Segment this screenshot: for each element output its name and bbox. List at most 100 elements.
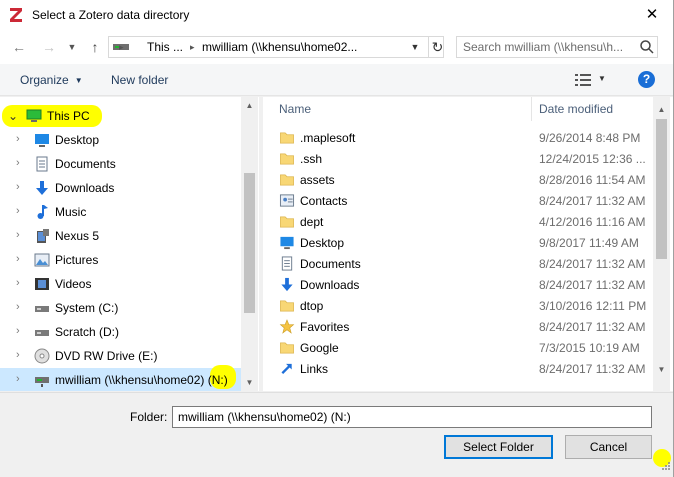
file-row[interactable]: Google 7/3/2015 10:19 AM [275, 337, 651, 358]
file-name: Downloads [300, 278, 360, 292]
nav-item-downloads[interactable]: › Downloads [0, 176, 241, 200]
scroll-down-arrow-icon[interactable]: ▼ [241, 374, 258, 391]
nav-item-label: Music [55, 205, 87, 219]
search-icon[interactable] [639, 39, 655, 55]
file-date-modified: 8/28/2016 11:54 AM [539, 173, 646, 187]
nav-item-this-pc[interactable]: ⌄ This PC [0, 104, 241, 128]
nav-item-nexus-5[interactable]: › Nexus 5 [0, 224, 241, 248]
folder-label: Folder: [130, 410, 168, 424]
file-row[interactable]: dept 4/12/2016 11:16 AM [275, 211, 651, 232]
nav-item-scratch-d[interactable]: › Scratch (D:) [0, 320, 241, 344]
recent-locations-chevron-icon[interactable]: ▼ [63, 38, 81, 56]
file-date-modified: 8/24/2017 11:32 AM [539, 362, 646, 376]
organize-label: Organize [20, 73, 69, 87]
file-date-modified: 4/12/2016 11:16 AM [539, 215, 646, 229]
file-date-modified: 8/24/2017 11:32 AM [539, 278, 646, 292]
file-row[interactable]: Contacts 8/24/2017 11:32 AM [275, 190, 651, 211]
scrollbar-thumb[interactable] [656, 119, 667, 259]
forward-arrow-icon[interactable]: → [40, 38, 58, 56]
close-button[interactable]: ✕ [640, 4, 664, 26]
file-name: dtop [300, 299, 324, 313]
file-row[interactable]: Documents 8/24/2017 11:32 AM [275, 253, 651, 274]
collapsed-chevron-icon[interactable]: › [16, 301, 20, 313]
file-name: Documents [300, 257, 361, 271]
help-icon[interactable]: ? [638, 71, 655, 88]
expanded-chevron-icon[interactable]: ⌄ [8, 109, 18, 123]
collapsed-chevron-icon[interactable]: › [16, 181, 20, 193]
collapsed-chevron-icon[interactable]: › [16, 133, 20, 145]
drive-icon [35, 306, 49, 312]
column-divider[interactable] [531, 97, 532, 121]
file-row[interactable]: .ssh 12/24/2015 12:36 ... [275, 148, 651, 169]
column-header-name[interactable]: Name [273, 97, 533, 121]
nav-item-mwilliam-n[interactable]: › mwilliam (\\khensu\home02) (N:) [0, 368, 241, 391]
navigation-pane: ⌄ This PC › Desktop › Documents › Downlo… [0, 97, 259, 391]
nav-item-pictures[interactable]: › Pictures [0, 248, 241, 272]
scrollbar-thumb[interactable] [244, 173, 255, 313]
organize-button[interactable]: Organize ▼ [20, 73, 83, 87]
file-row[interactable]: .maplesoft 9/26/2014 8:48 PM [275, 127, 651, 148]
nav-item-documents[interactable]: › Documents [0, 152, 241, 176]
scroll-up-arrow-icon[interactable]: ▲ [241, 97, 258, 114]
nav-item-desktop[interactable]: › Desktop [0, 128, 241, 152]
folder-icon [280, 153, 294, 165]
desktop-icon [35, 134, 49, 147]
file-row[interactable]: assets 8/28/2016 11:54 AM [275, 169, 651, 190]
file-list-scrollbar[interactable]: ▲ ▼ [653, 97, 670, 391]
window-title: Select a Zotero data directory [32, 8, 190, 22]
breadcrumb-this-pc[interactable]: This ... [147, 40, 183, 54]
collapsed-chevron-icon[interactable]: › [16, 325, 20, 337]
folder-icon [280, 216, 294, 228]
column-header-date-modified[interactable]: Date modified [533, 97, 653, 121]
search-input[interactable] [459, 39, 635, 55]
nav-item-label: Videos [55, 277, 92, 291]
collapsed-chevron-icon[interactable]: › [16, 253, 20, 265]
nav-item-music[interactable]: › Music [0, 200, 241, 224]
collapsed-chevron-icon[interactable]: › [16, 373, 20, 385]
phone-icon [37, 229, 49, 243]
change-view-icon[interactable] [575, 73, 591, 87]
contacts-icon [279, 194, 295, 207]
file-date-modified: 8/24/2017 11:32 AM [539, 194, 646, 208]
refresh-icon[interactable]: ↻ [428, 37, 446, 57]
nav-item-videos[interactable]: › Videos [0, 272, 241, 296]
scroll-down-arrow-icon[interactable]: ▼ [653, 361, 670, 378]
collapsed-chevron-icon[interactable]: › [16, 277, 20, 289]
view-options-chevron-icon[interactable]: ▼ [598, 74, 606, 83]
nav-pane-scrollbar[interactable]: ▲ ▼ [241, 97, 258, 391]
collapsed-chevron-icon[interactable]: › [16, 157, 20, 169]
cancel-button[interactable]: Cancel [565, 435, 652, 459]
collapsed-chevron-icon[interactable]: › [16, 205, 20, 217]
search-box[interactable] [456, 36, 658, 58]
file-row[interactable]: Links 8/24/2017 11:32 AM [275, 358, 651, 379]
links-icon [281, 363, 292, 375]
breadcrumb-current-folder[interactable]: mwilliam (\\khensu\home02... [202, 40, 357, 54]
scroll-up-arrow-icon[interactable]: ▲ [653, 101, 670, 118]
back-arrow-icon[interactable]: ← [10, 38, 28, 56]
folder-field[interactable] [172, 406, 652, 428]
collapsed-chevron-icon[interactable]: › [16, 349, 20, 361]
nav-item-dvd-e[interactable]: › DVD RW Drive (E:) [0, 344, 241, 368]
nav-item-label: This PC [47, 109, 90, 123]
file-row[interactable]: Desktop 9/8/2017 11:49 AM [275, 232, 651, 253]
collapsed-chevron-icon[interactable]: › [16, 229, 20, 241]
title-bar: Select a Zotero data directory ✕ [0, 0, 673, 30]
file-date-modified: 3/10/2016 12:11 PM [539, 299, 647, 313]
nav-item-label: System (C:) [55, 301, 119, 315]
crumb-separator-icon: ▸ [119, 42, 124, 52]
folder-icon [280, 300, 294, 312]
new-folder-button[interactable]: New folder [111, 73, 168, 87]
nav-item-system-c[interactable]: › System (C:) [0, 296, 241, 320]
file-row[interactable]: dtop 3/10/2016 12:11 PM [275, 295, 651, 316]
folder-icon [280, 174, 294, 186]
nav-item-label: Nexus 5 [55, 229, 100, 243]
address-bar[interactable]: ▸ This ... ▸ mwilliam (\\khensu\home02..… [108, 36, 444, 58]
file-row[interactable]: Favorites 8/24/2017 11:32 AM [275, 316, 651, 337]
favorites-icon [279, 319, 295, 334]
file-row[interactable]: Downloads 8/24/2017 11:32 AM [275, 274, 651, 295]
file-date-modified: 9/8/2017 11:49 AM [539, 236, 639, 250]
address-dropdown-icon[interactable]: ▼ [409, 42, 421, 54]
select-folder-button[interactable]: Select Folder [444, 435, 553, 459]
resize-grip-icon[interactable] [656, 458, 672, 474]
up-arrow-icon[interactable]: ↑ [86, 38, 104, 56]
